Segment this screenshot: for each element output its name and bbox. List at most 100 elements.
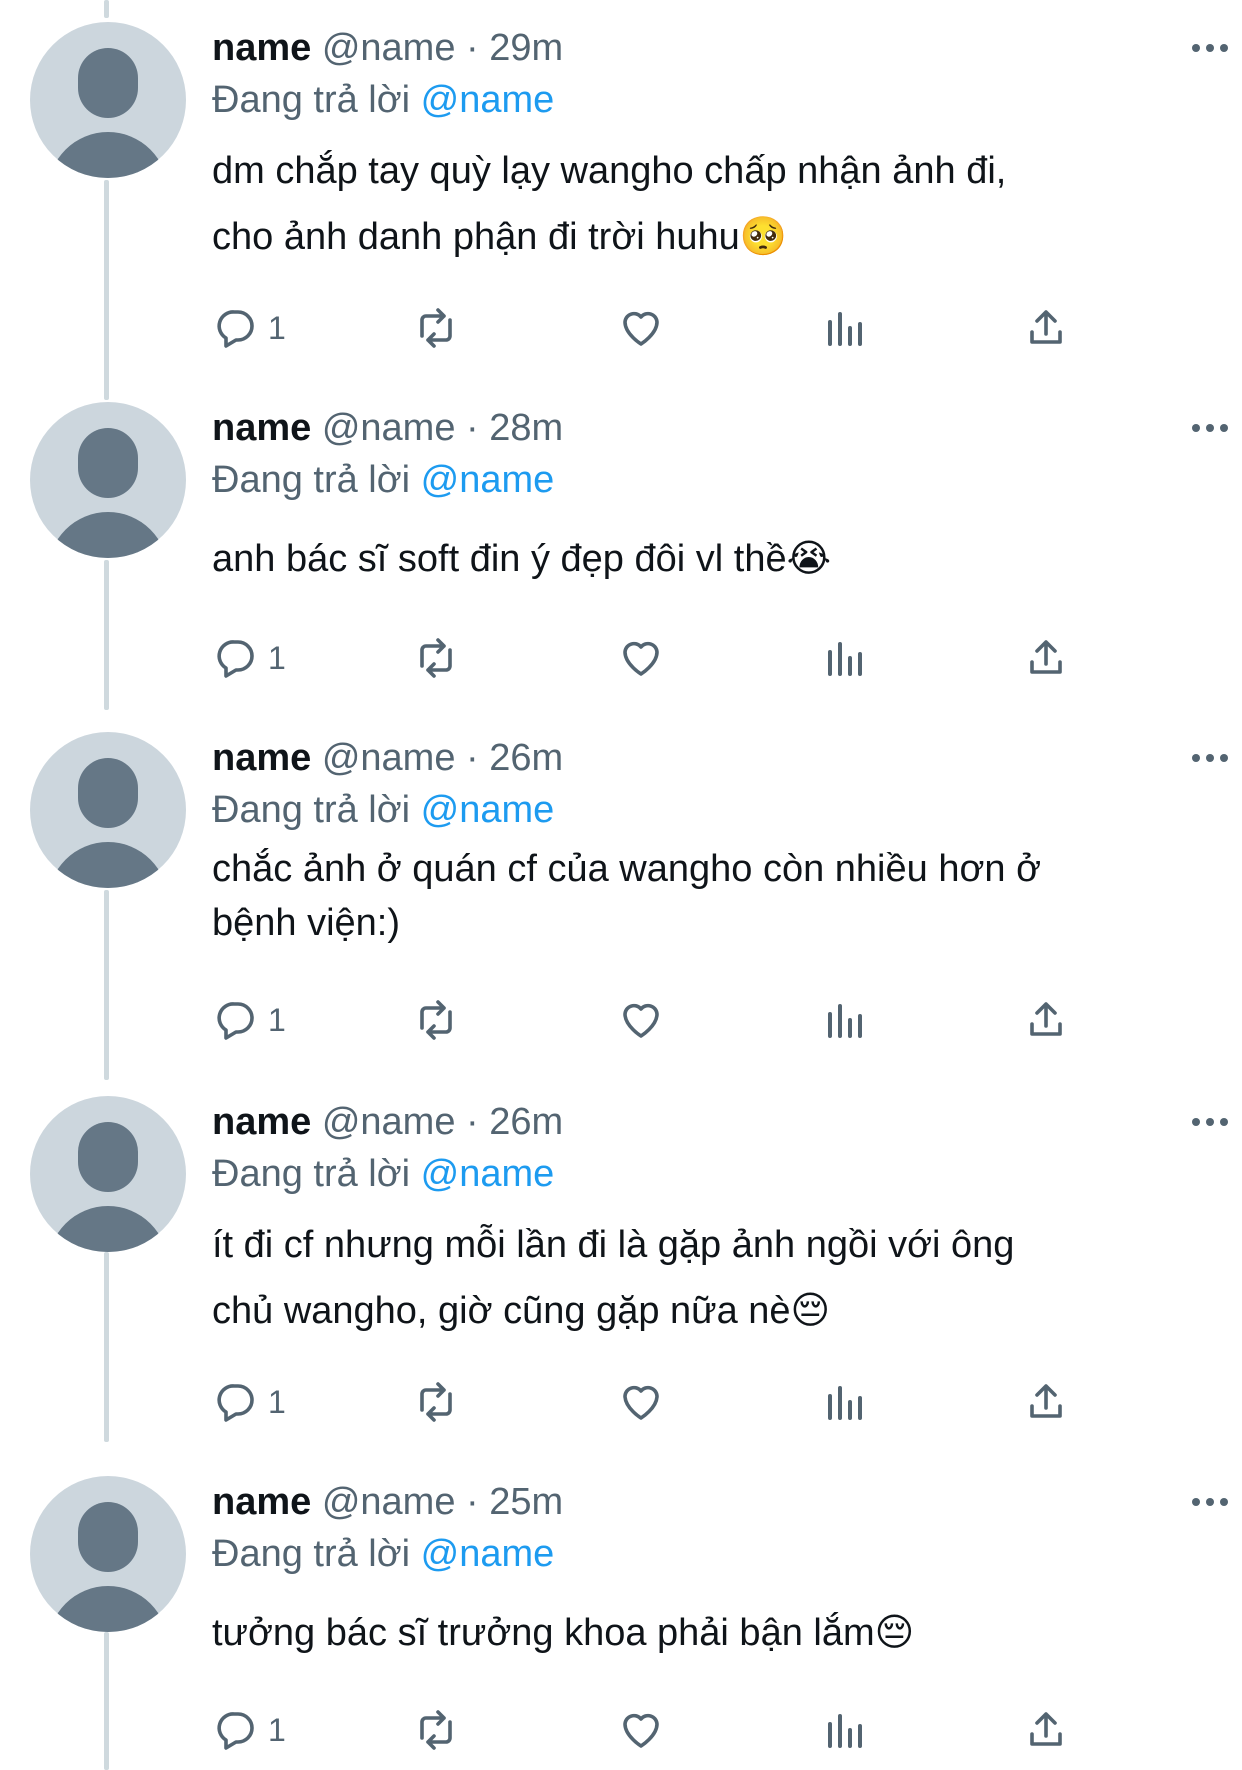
action-bar: 1 [212,1374,1112,1430]
tweet-text: anh bác sĩ soft đin ý đẹp đôi vl thề😭 [212,526,1202,592]
reply-prefix: Đang trả lời [212,789,411,831]
share-button[interactable] [1022,630,1070,686]
display-name[interactable]: name [212,737,311,779]
views-icon [828,312,862,346]
tweet-text-line: cho ảnh danh phận đi trời huhu🥺 [212,216,788,258]
avatar[interactable] [30,22,186,178]
views-icon [828,1714,862,1748]
tweet-text-line: chủ wangho, giờ cũng gặp nữa nè😔 [212,1290,831,1332]
reply-mention[interactable]: @name [421,789,555,831]
more-icon[interactable] [1192,748,1232,768]
views-icon [828,642,862,676]
tweet-text-line: bệnh viện:) [212,902,401,944]
more-icon[interactable] [1192,1112,1232,1132]
display-name[interactable]: name [212,1101,311,1143]
reply-count: 1 [268,1001,286,1038]
like-button[interactable] [617,992,665,1048]
retweet-button[interactable] [412,1374,460,1430]
reply-button[interactable]: 1 [212,992,286,1048]
share-button[interactable] [1022,992,1070,1048]
reply-mention[interactable]: @name [421,79,555,121]
thread-line [104,560,109,710]
views-icon [828,1004,862,1038]
user-handle[interactable]: @name [322,1101,456,1143]
reply-icon [217,1384,254,1422]
tweet-text-line: ít đi cf nhưng mỗi lần đi là gặp ảnh ngồ… [212,1224,1015,1266]
tweet-time[interactable]: 26m [489,1101,563,1143]
tweet-text-line: tưởng bác sĩ trưởng khoa phải bận lắm😔 [212,1612,915,1654]
tweet-time[interactable]: 29m [489,27,563,69]
views-button[interactable] [820,300,868,356]
retweet-button[interactable] [412,1702,460,1758]
reply-button[interactable]: 1 [212,300,286,356]
tweet-text: dm chắp tay quỳ lạy wangho chấp nhận ảnh… [212,138,1202,270]
views-button[interactable] [820,1374,868,1430]
reply-icon [217,1712,254,1750]
more-icon[interactable] [1192,38,1232,58]
share-icon [1030,1384,1062,1418]
reply-mention[interactable]: @name [421,1533,555,1575]
thread-line [104,1632,109,1770]
separator-dot: · [466,1481,479,1523]
share-icon [1030,1712,1062,1746]
reply-count: 1 [268,639,286,676]
reply-icon [217,310,254,348]
views-button[interactable] [820,992,868,1048]
display-name[interactable]: name [212,407,311,449]
like-button[interactable] [617,630,665,686]
tweet-text-line: dm chắp tay quỳ lạy wangho chấp nhận ảnh… [212,150,1007,192]
reply-prefix: Đang trả lời [212,1533,411,1575]
like-button[interactable] [617,1374,665,1430]
user-handle[interactable]: @name [322,1481,456,1523]
share-button[interactable] [1022,1374,1070,1430]
like-button[interactable] [617,300,665,356]
retweet-button[interactable] [412,300,460,356]
action-bar: 1 [212,1702,1112,1758]
reply-button[interactable]: 1 [212,630,286,686]
reply-button[interactable]: 1 [212,1374,286,1430]
thread-line [104,890,109,1080]
separator-dot: · [466,27,479,69]
retweet-icon [420,1000,452,1040]
thread-line [104,0,109,18]
thread-line [104,1252,109,1442]
avatar[interactable] [30,1096,186,1252]
tweet-time[interactable]: 26m [489,737,563,779]
avatar[interactable] [30,1476,186,1632]
avatar[interactable] [30,732,186,888]
avatar[interactable] [30,402,186,558]
tweet-text-line: chắc ảnh ở quán cf của wangho còn nhiều … [212,848,1041,890]
reply-count: 1 [268,1383,286,1420]
retweet-icon [420,308,452,348]
user-handle[interactable]: @name [322,737,456,779]
share-icon [1030,640,1062,674]
share-button[interactable] [1022,300,1070,356]
reply-button[interactable]: 1 [212,1702,286,1758]
reply-mention[interactable]: @name [421,1153,555,1195]
user-handle[interactable]: @name [322,27,456,69]
display-name[interactable]: name [212,1481,311,1523]
reply-mention[interactable]: @name [421,459,555,501]
tweet-time[interactable]: 25m [489,1481,563,1523]
share-button[interactable] [1022,1702,1070,1758]
display-name[interactable]: name [212,27,311,69]
like-button[interactable] [617,1702,665,1758]
tweet-time[interactable]: 28m [489,407,563,449]
tweet-text: ít đi cf nhưng mỗi lần đi là gặp ảnh ngồ… [212,1212,1202,1344]
heart-icon [623,1385,659,1420]
action-bar: 1 [212,992,1112,1048]
retweet-icon [420,638,452,678]
share-icon [1030,310,1062,344]
views-button[interactable] [820,630,868,686]
more-icon[interactable] [1192,418,1232,438]
reply-count: 1 [268,309,286,346]
user-handle[interactable]: @name [322,407,456,449]
share-icon [1030,1002,1062,1036]
retweet-button[interactable] [412,992,460,1048]
separator-dot: · [466,737,479,779]
retweet-icon [420,1382,452,1422]
retweet-button[interactable] [412,630,460,686]
more-icon[interactable] [1192,1492,1232,1512]
reply-count: 1 [268,1711,286,1748]
views-button[interactable] [820,1702,868,1758]
